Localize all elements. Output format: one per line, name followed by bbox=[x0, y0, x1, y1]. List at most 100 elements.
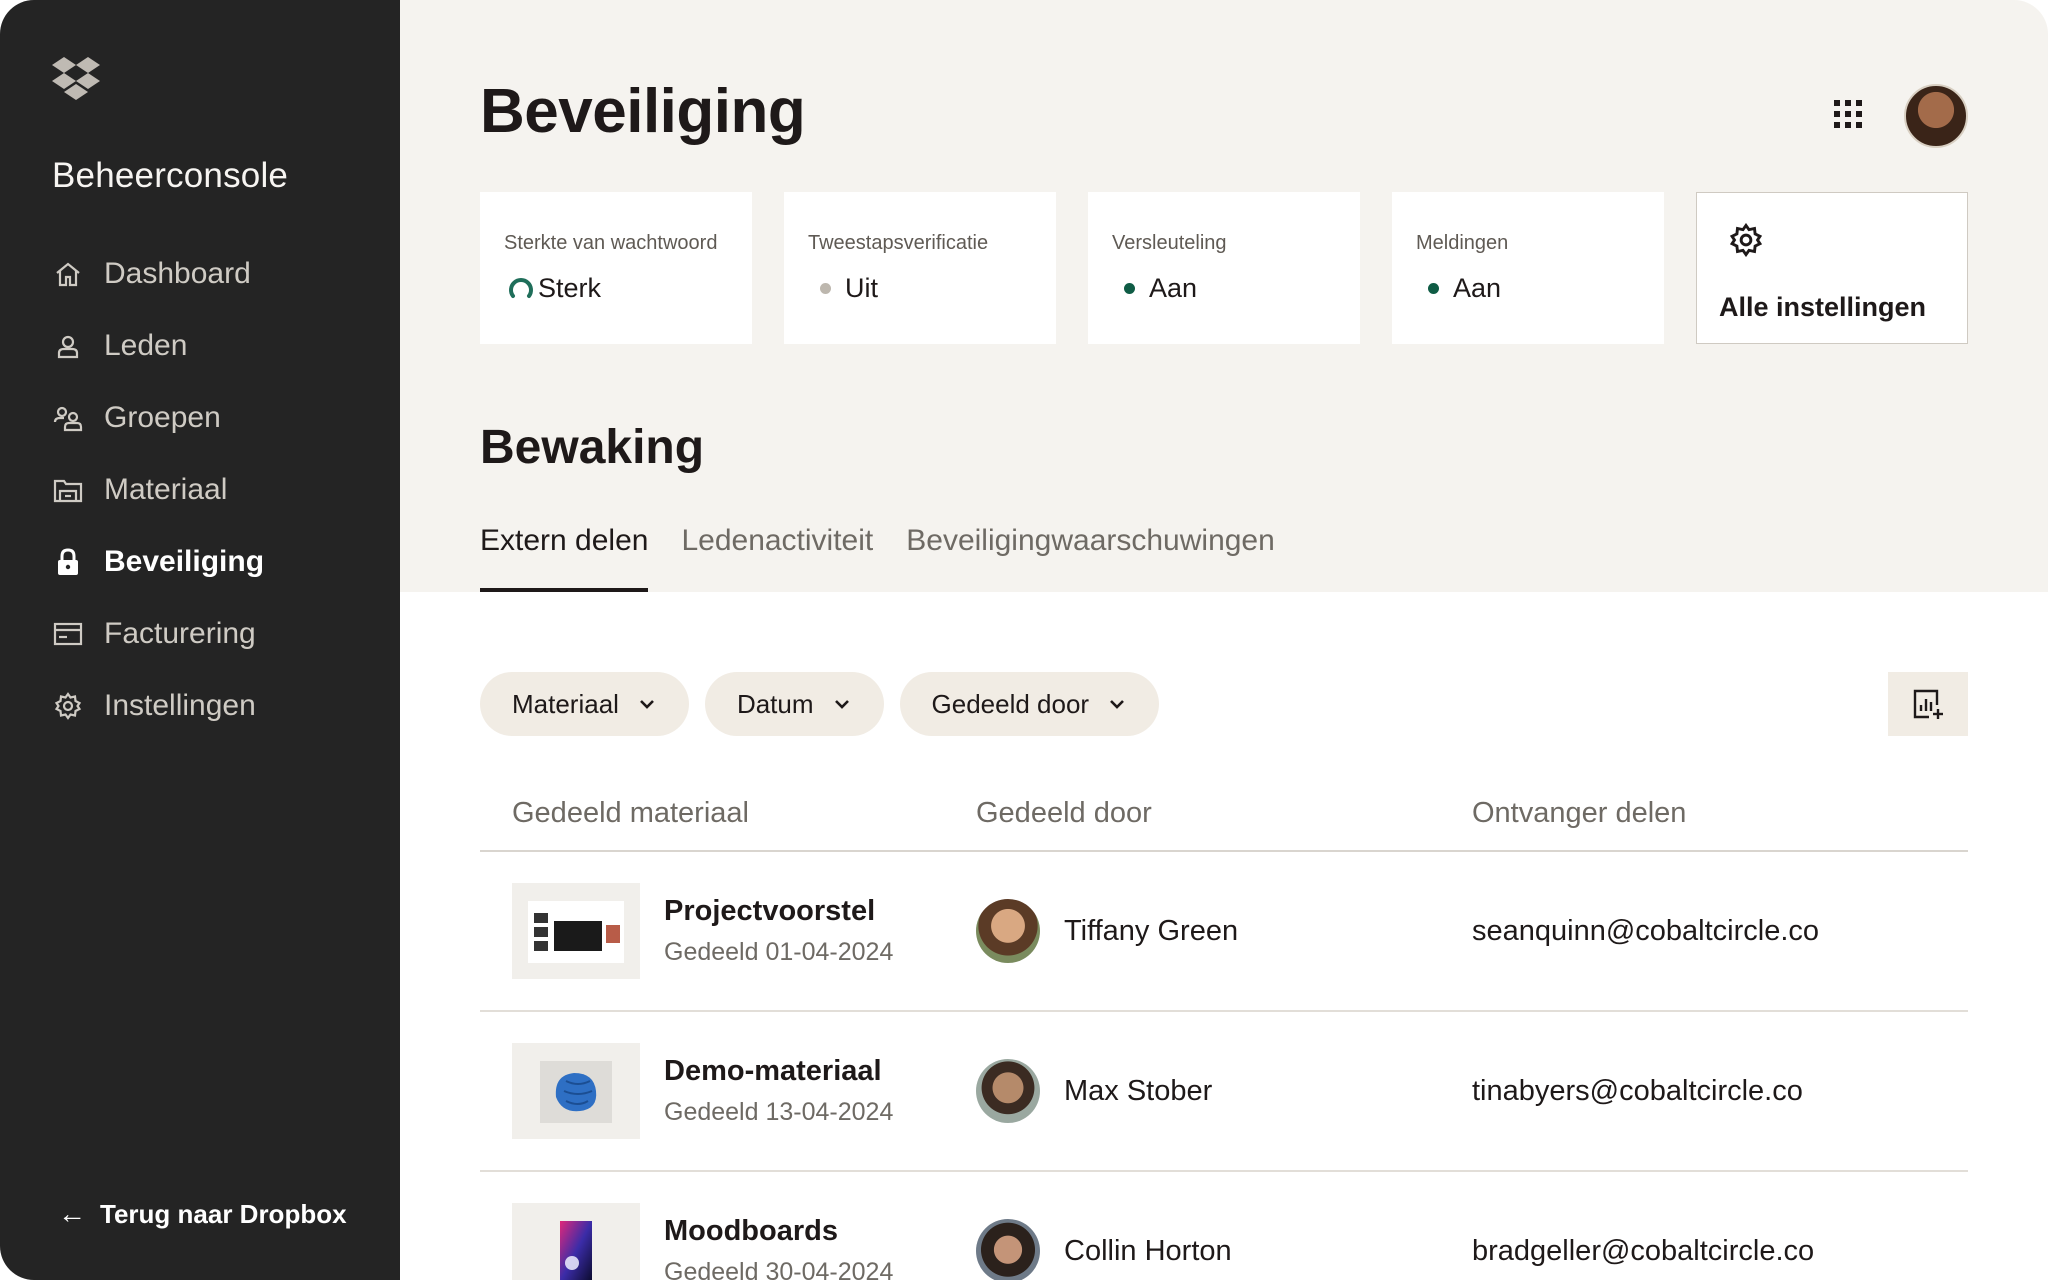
sidebar-item-label: Facturering bbox=[104, 617, 256, 650]
status-dot bbox=[1124, 283, 1135, 294]
recipient-email: bradgeller@cobaltcircle.co bbox=[1472, 1234, 1815, 1267]
file-date: Gedeeld 30-04-2024 bbox=[664, 1258, 894, 1280]
section-title: Bewaking bbox=[480, 421, 705, 474]
gear-icon bbox=[52, 690, 84, 722]
sidebar-item-dashboard[interactable]: Dashboard bbox=[52, 238, 372, 310]
avatar bbox=[976, 1059, 1040, 1123]
dropbox-logo-icon[interactable] bbox=[52, 57, 100, 101]
file-date: Gedeeld 01-04-2024 bbox=[664, 938, 894, 966]
chevron-down-icon bbox=[834, 700, 849, 709]
file-name[interactable]: Demo-materiaal bbox=[664, 1055, 893, 1088]
shared-content-table: Gedeeld materiaal Gedeeld door Ontvanger… bbox=[480, 776, 1968, 1280]
export-report-button[interactable] bbox=[1888, 672, 1968, 736]
table-row[interactable]: Projectvoorstel Gedeeld 01-04-2024 Tiffa… bbox=[480, 852, 1968, 1012]
notifications-value: Aan bbox=[1453, 273, 1502, 303]
sidebar-item-security[interactable]: Beveiliging bbox=[52, 526, 372, 598]
column-header-shared-by[interactable]: Gedeeld door bbox=[976, 797, 1472, 830]
table-row[interactable]: Moodboards Gedeeld 30-04-2024 Collin Hor… bbox=[480, 1172, 1968, 1280]
status-card-password[interactable]: Sterkte van wachtwoord Sterk bbox=[480, 192, 752, 344]
security-overview: Beveiliging Sterkte van wachtwoord Sterk bbox=[400, 0, 2048, 592]
all-settings-button[interactable]: Alle instellingen bbox=[1696, 192, 1968, 344]
sidebar-item-groups[interactable]: Groepen bbox=[52, 382, 372, 454]
app-grid-icon[interactable] bbox=[1832, 98, 1864, 130]
filter-bar: Materiaal Datum Gedeeld door bbox=[480, 672, 1175, 736]
file-cell: Moodboards Gedeeld 30-04-2024 bbox=[480, 1203, 976, 1280]
sidebar-nav: Dashboard Leden Groepen Materiaal Beveil… bbox=[52, 238, 372, 742]
shared-by-cell: Max Stober bbox=[976, 1059, 1472, 1123]
recipient-email: seanquinn@cobaltcircle.co bbox=[1472, 914, 1820, 947]
filter-date-dropdown[interactable]: Datum bbox=[704, 672, 884, 736]
column-header-content[interactable]: Gedeeld materiaal bbox=[480, 797, 976, 830]
recipient-email: tinabyers@cobaltcircle.co bbox=[1472, 1074, 1803, 1107]
encryption-value: Aan bbox=[1149, 273, 1198, 303]
card-label: Meldingen bbox=[1416, 232, 1509, 254]
file-date: Gedeeld 13-04-2024 bbox=[664, 1098, 894, 1126]
status-card-two-step[interactable]: Tweestapsverificatie Uit bbox=[784, 192, 1056, 344]
shared-by-cell: Tiffany Green bbox=[976, 899, 1472, 963]
card-value: Aan bbox=[1416, 273, 1664, 304]
sidebar: Beheerconsole Dashboard Leden Groepen Ma… bbox=[0, 0, 400, 1280]
file-thumbnail bbox=[512, 1043, 640, 1139]
column-header-recipient[interactable]: Ontvanger delen bbox=[1472, 797, 1968, 830]
sidebar-item-billing[interactable]: Facturering bbox=[52, 598, 372, 670]
shared-by-cell: Collin Horton bbox=[976, 1219, 1472, 1280]
filter-shared-by-dropdown[interactable]: Gedeeld door bbox=[899, 672, 1160, 736]
status-dot bbox=[1428, 283, 1439, 294]
card-label: Tweestapsverificatie bbox=[808, 232, 989, 254]
file-info: Demo-materiaal Gedeeld 13-04-2024 bbox=[664, 1055, 893, 1127]
two-step-value: Uit bbox=[845, 273, 878, 303]
file-cell: Projectvoorstel Gedeeld 01-04-2024 bbox=[480, 883, 976, 979]
tab-member-activity[interactable]: Ledenactiviteit bbox=[681, 520, 873, 592]
sidebar-item-label: Groepen bbox=[104, 401, 221, 434]
chart-add-icon bbox=[1913, 689, 1943, 719]
gear-icon bbox=[1729, 222, 1763, 258]
person-name: Max Stober bbox=[1064, 1074, 1213, 1107]
presentation-thumbnail-icon bbox=[528, 901, 624, 963]
sidebar-item-label: Beveiliging bbox=[104, 545, 265, 578]
filter-label: Datum bbox=[736, 688, 814, 719]
table-row[interactable]: Demo-materiaal Gedeeld 13-04-2024 Max St… bbox=[480, 1012, 1968, 1172]
card-label: Versleuteling bbox=[1112, 232, 1227, 254]
person-name: Tiffany Green bbox=[1064, 914, 1239, 947]
filter-label: Gedeeld door bbox=[931, 688, 1090, 719]
table-header: Gedeeld materiaal Gedeeld door Ontvanger… bbox=[480, 776, 1968, 852]
filter-label: Materiaal bbox=[512, 688, 619, 719]
sculpture-thumbnail-icon bbox=[540, 1061, 612, 1123]
monitoring-tabs: Extern delen Ledenactiviteit Beveiliging… bbox=[480, 520, 1308, 592]
sidebar-item-settings[interactable]: Instellingen bbox=[52, 670, 372, 742]
moodboard-thumbnail-icon bbox=[560, 1221, 592, 1280]
sidebar-item-content[interactable]: Materiaal bbox=[52, 454, 372, 526]
avatar bbox=[976, 1219, 1040, 1280]
back-to-dropbox-link[interactable]: ← Terug naar Dropbox bbox=[58, 1198, 347, 1230]
file-cell: Demo-materiaal Gedeeld 13-04-2024 bbox=[480, 1043, 976, 1139]
arrow-left-icon: ← bbox=[58, 1198, 86, 1229]
tab-external-sharing[interactable]: Extern delen bbox=[480, 520, 649, 592]
sidebar-item-label: Materiaal bbox=[104, 473, 228, 506]
lock-icon bbox=[52, 546, 84, 578]
tab-security-alerts[interactable]: Beveiligingwaarschuwingen bbox=[906, 520, 1275, 592]
user-icon bbox=[52, 330, 84, 362]
strength-ring-icon bbox=[509, 277, 533, 298]
user-avatar[interactable] bbox=[1904, 84, 1968, 148]
filter-content-dropdown[interactable]: Materiaal bbox=[480, 672, 689, 736]
card-value: Aan bbox=[1112, 273, 1360, 304]
card-value: Sterk bbox=[504, 273, 752, 304]
status-card-encryption[interactable]: Versleuteling Aan bbox=[1088, 192, 1360, 344]
avatar bbox=[976, 899, 1040, 963]
file-name[interactable]: Moodboards bbox=[664, 1215, 893, 1248]
card-label: Sterkte van wachtwoord bbox=[504, 232, 718, 254]
file-thumbnail bbox=[512, 883, 640, 979]
status-card-notifications[interactable]: Meldingen Aan bbox=[1392, 192, 1664, 344]
app-frame: Beheerconsole Dashboard Leden Groepen Ma… bbox=[0, 0, 2048, 1280]
console-title: Beheerconsole bbox=[52, 156, 289, 195]
back-link-label: Terug naar Dropbox bbox=[100, 1198, 347, 1229]
file-name[interactable]: Projectvoorstel bbox=[664, 895, 893, 928]
status-cards: Sterkte van wachtwoord Sterk Tweestapsve… bbox=[480, 192, 1968, 344]
folder-icon bbox=[52, 474, 84, 506]
sidebar-item-label: Dashboard bbox=[104, 257, 251, 290]
sidebar-item-members[interactable]: Leden bbox=[52, 310, 372, 382]
home-icon bbox=[52, 258, 84, 290]
billing-icon bbox=[52, 618, 84, 650]
file-info: Projectvoorstel Gedeeld 01-04-2024 bbox=[664, 895, 893, 967]
all-settings-label: Alle instellingen bbox=[1719, 292, 1927, 322]
